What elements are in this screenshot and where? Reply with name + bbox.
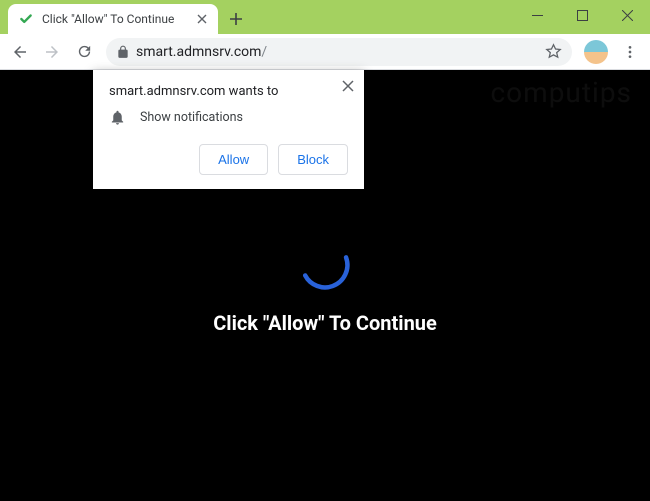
watermark-text: computips — [491, 76, 632, 109]
permission-row: Show notifications — [109, 109, 348, 126]
main-instruction-text: Click "Allow" To Continue — [213, 311, 437, 335]
bell-icon — [109, 109, 126, 126]
block-button[interactable]: Block — [278, 144, 348, 175]
close-icon[interactable] — [342, 80, 354, 92]
minimize-button[interactable] — [515, 0, 560, 30]
address-bar[interactable]: smart.admnsrv.com/ — [106, 38, 572, 66]
close-window-button[interactable] — [605, 0, 650, 30]
permission-prompt-text: smart.admnsrv.com wants to — [109, 84, 348, 99]
allow-button[interactable]: Allow — [199, 144, 268, 175]
maximize-button[interactable] — [560, 0, 605, 30]
new-tab-button[interactable] — [222, 5, 250, 33]
window-controls — [515, 0, 650, 30]
close-icon[interactable] — [194, 11, 210, 27]
browser-tab[interactable]: Click "Allow" To Continue — [8, 4, 218, 34]
loading-spinner-icon — [297, 237, 353, 293]
permission-description: Show notifications — [140, 110, 243, 125]
profile-avatar[interactable] — [584, 40, 608, 64]
bookmark-icon[interactable] — [545, 43, 562, 60]
url-text: smart.admnsrv.com/ — [136, 44, 545, 60]
checkmark-icon — [18, 11, 34, 27]
notification-permission-dialog: smart.admnsrv.com wants to Show notifica… — [93, 70, 364, 189]
permission-buttons: Allow Block — [109, 144, 348, 175]
lock-icon — [116, 45, 130, 59]
page-content: computips Click "Allow" To Continue smar… — [0, 70, 650, 501]
menu-button[interactable] — [616, 38, 644, 66]
browser-toolbar: smart.admnsrv.com/ — [0, 34, 650, 70]
forward-button[interactable] — [38, 38, 66, 66]
back-button[interactable] — [6, 38, 34, 66]
window-titlebar: Click "Allow" To Continue — [0, 0, 650, 34]
tab-title: Click "Allow" To Continue — [42, 12, 194, 26]
reload-button[interactable] — [70, 38, 98, 66]
